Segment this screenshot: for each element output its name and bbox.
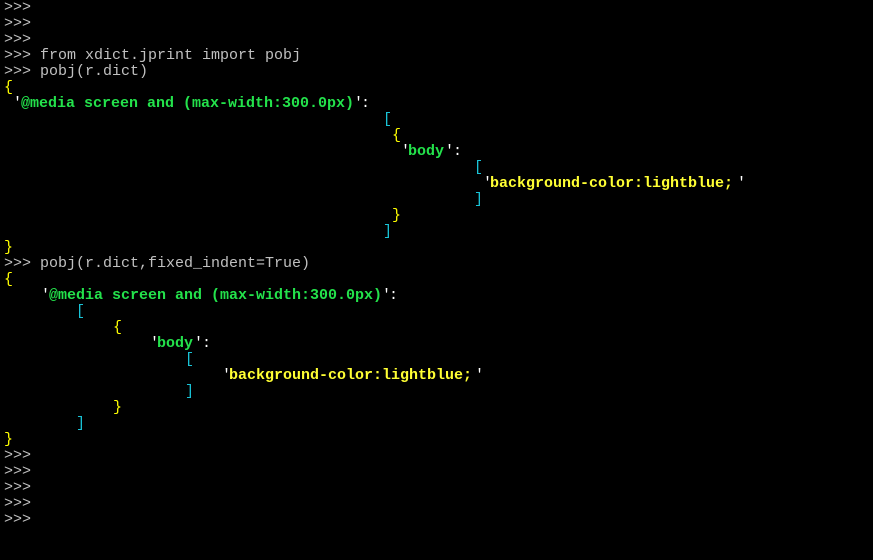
output-line: { — [4, 128, 401, 144]
open-brace: { — [4, 79, 14, 96]
open-bracket: [ — [76, 303, 86, 320]
quote-mark: ' — [475, 367, 485, 384]
open-bracket: [ — [474, 159, 484, 176]
prompt: >>> — [4, 31, 32, 48]
colon: : — [361, 95, 371, 112]
command-text: pobj(r.dict) — [40, 63, 149, 80]
prompt-line: >>> — [4, 448, 40, 464]
prompt: >>> — [4, 511, 32, 528]
call-line: >>> pobj(r.dict) — [4, 63, 148, 80]
open-brace: { — [4, 271, 14, 288]
prompt-line: >>> — [4, 0, 40, 16]
output-line: [ — [4, 160, 483, 176]
output-line: } — [4, 400, 122, 416]
close-bracket: ] — [383, 223, 393, 240]
prompt: >>> — [4, 463, 32, 480]
output-line: ' @media screen and (max-width:300.0px) … — [4, 288, 398, 304]
output-line: ' body ' : — [4, 336, 211, 352]
command-text: pobj(r.dict,fixed_indent=True) — [40, 255, 311, 272]
prompt: >>> — [4, 447, 32, 464]
body-key: body — [408, 143, 445, 160]
prompt: >>> — [4, 495, 32, 512]
body-key: body — [157, 335, 194, 352]
prompt-line: >>> — [4, 16, 40, 32]
style-value: background-color:lightblue; — [229, 367, 473, 384]
prompt: >>> — [4, 479, 32, 496]
open-bracket: [ — [383, 111, 393, 128]
open-brace: { — [392, 127, 402, 144]
prompt: >>> — [4, 0, 32, 16]
output-line: [ — [4, 352, 194, 368]
output-line: ] — [4, 416, 85, 432]
output-line: ] — [4, 192, 483, 208]
prompt: >>> — [4, 15, 32, 32]
prompt: >>> — [4, 255, 32, 272]
call-line: >>> pobj(r.dict,fixed_indent=True) — [4, 255, 310, 272]
output-line: } — [4, 432, 40, 448]
import-line: >>> from xdict.jprint import pobj — [4, 47, 301, 64]
open-brace: { — [113, 319, 123, 336]
prompt: >>> — [4, 63, 32, 80]
colon: : — [202, 335, 212, 352]
prompt-line: >>> — [4, 480, 40, 496]
output-line: [ — [4, 112, 392, 128]
close-bracket: ] — [76, 415, 86, 432]
close-brace: } — [4, 431, 14, 448]
quote-mark: ' — [737, 175, 747, 192]
output-line: [ — [4, 304, 85, 320]
terminal-window[interactable]: >>> >>> >>> >>> from xdict.jprint import… — [0, 0, 873, 528]
output-line: ' body ' : — [4, 144, 462, 160]
prompt-line: >>> — [4, 496, 40, 512]
output-line: { — [4, 80, 40, 96]
command-text: from xdict.jprint import pobj — [40, 47, 302, 64]
prompt-line: >>> — [4, 464, 40, 480]
output-line: } — [4, 240, 40, 256]
output-line: { — [4, 272, 40, 288]
close-bracket: ] — [474, 191, 484, 208]
output-line: ' background-color:lightblue; ' — [4, 368, 484, 384]
output-line: ' @media screen and (max-width:300.0px) … — [4, 96, 370, 112]
prompt-line: >>> — [4, 32, 40, 48]
output-line: { — [4, 320, 122, 336]
prompt-line: >>> — [4, 512, 40, 528]
close-brace: } — [392, 207, 402, 224]
colon: : — [453, 143, 463, 160]
output-line: ' background-color:lightblue; ' — [4, 176, 746, 192]
output-line: ] — [4, 384, 194, 400]
close-bracket: ] — [185, 383, 195, 400]
media-key: @media screen and (max-width:300.0px) — [49, 287, 383, 304]
prompt: >>> — [4, 47, 32, 64]
open-bracket: [ — [185, 351, 195, 368]
close-brace: } — [113, 399, 123, 416]
media-key: @media screen and (max-width:300.0px) — [21, 95, 355, 112]
output-line: } — [4, 208, 401, 224]
colon: : — [389, 287, 399, 304]
close-brace: } — [4, 239, 14, 256]
style-value: background-color:lightblue; — [490, 175, 734, 192]
output-line: ] — [4, 224, 392, 240]
